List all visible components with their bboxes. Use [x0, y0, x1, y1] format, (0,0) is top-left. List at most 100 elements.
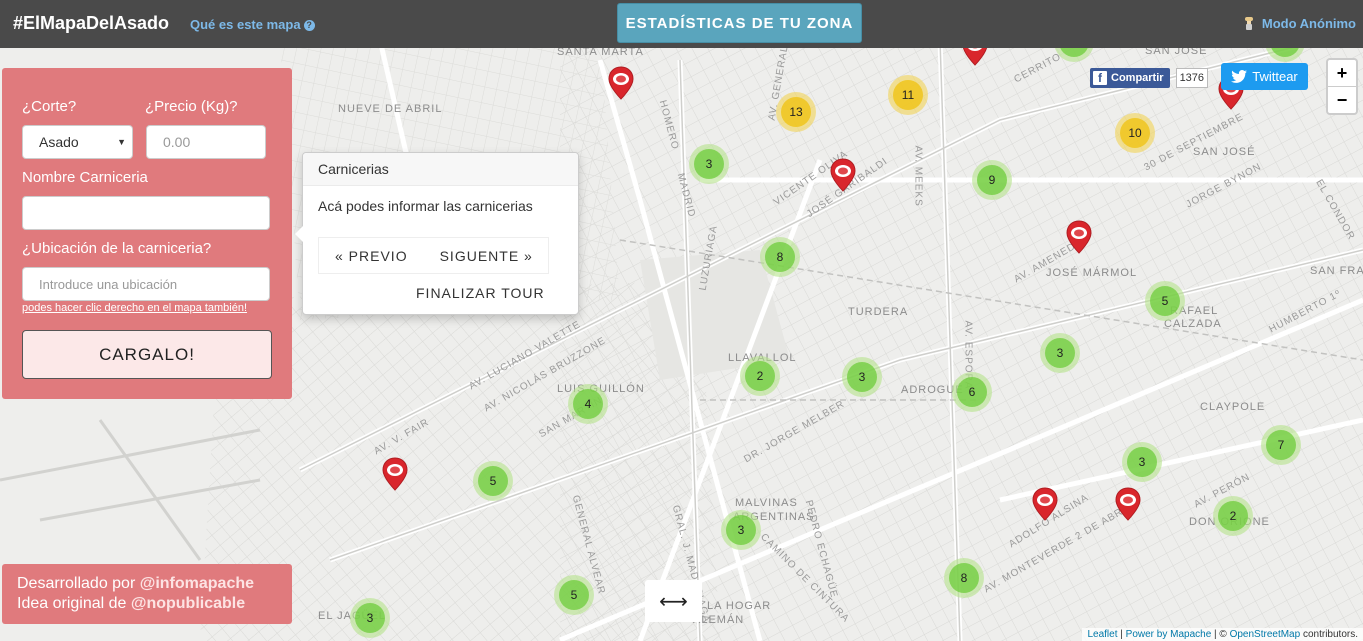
nombre-carniceria-label: Nombre Carniceria [22, 169, 148, 186]
map-attribution: Leaflet | Power by Mapache | © OpenStree… [1082, 628, 1363, 641]
cluster-marker[interactable]: 2 [740, 356, 780, 396]
cluster-marker[interactable]: 4 [568, 384, 608, 424]
cluster-marker[interactable]: 3 [689, 144, 729, 184]
street-label: AV. MEEKS [912, 145, 924, 207]
cluster-count: 7 [1266, 430, 1296, 460]
developer-credit-prefix: Desarrollado por [17, 575, 140, 592]
power-by-mapache-link[interactable]: Power by Mapache [1126, 629, 1212, 640]
cluster-marker[interactable]: 5 [473, 461, 513, 501]
place-label: CALZADA [1164, 318, 1222, 330]
cluster-count: 2 [1218, 501, 1248, 531]
meat-pin-icon[interactable] [1032, 487, 1058, 521]
facebook-share: f Compartir 1376 [1090, 68, 1209, 88]
cluster-marker[interactable]: 8 [760, 237, 800, 277]
cluster-count: 3 [1127, 447, 1157, 477]
developer-handle-link[interactable]: @infomapache [140, 575, 254, 592]
cluster-marker[interactable]: 3 [1040, 333, 1080, 373]
top-navbar: #ElMapaDelAsado Qué es este mapa? ESTADÍ… [0, 0, 1363, 48]
leaflet-link[interactable]: Leaflet [1087, 629, 1117, 640]
tour-next-button[interactable]: SIGUENTE » [440, 248, 533, 264]
cluster-count: 10 [1120, 118, 1150, 148]
cluster-count: 3 [355, 603, 385, 633]
anonymous-mode-link[interactable]: Modo Anónimo [1244, 16, 1356, 31]
zoom-in-button[interactable]: + [1328, 60, 1356, 87]
corte-select-value: Asado [39, 134, 79, 150]
nombre-carniceria-input[interactable] [22, 196, 270, 230]
tour-nav: « PREVIO SIGUENTE » [318, 237, 549, 274]
place-label: NUEVE DE ABRIL [338, 103, 443, 115]
anonymous-mode-label: Modo Anónimo [1261, 16, 1356, 31]
cluster-count: 5 [1150, 286, 1180, 316]
question-circle-icon: ? [303, 20, 315, 31]
cluster-count: 9 [977, 165, 1007, 195]
about-map-label: Qué es este mapa [190, 17, 301, 32]
cluster-count: 6 [957, 377, 987, 407]
about-map-link[interactable]: Qué es este mapa? [190, 17, 315, 32]
brand-title[interactable]: #ElMapaDelAsado [13, 13, 169, 34]
twitter-share-label: Twittear [1252, 69, 1298, 84]
place-label: JOSÉ MÁRMOL [1046, 267, 1138, 279]
cluster-marker[interactable]: 3 [842, 357, 882, 397]
twitter-share-button[interactable]: Twittear [1221, 63, 1308, 90]
idea-handle-link[interactable]: @nopublicable [131, 595, 245, 612]
cluster-count: 3 [694, 149, 724, 179]
facebook-share-count: 1376 [1175, 68, 1209, 88]
zone-stats-button[interactable]: ESTADÍSTICAS DE TU ZONA [617, 3, 862, 43]
cluster-marker[interactable]: 2 [1213, 496, 1253, 536]
caret-down-icon: ▼ [117, 137, 126, 147]
ubicacion-input[interactable]: Introduce una ubicación [22, 267, 270, 301]
idea-credit: Idea original de @nopublicable [17, 595, 245, 613]
attribution-separator: | [1117, 629, 1126, 640]
horizontal-resize-icon[interactable]: ⟷ [645, 580, 702, 622]
cluster-marker[interactable]: 5 [554, 575, 594, 615]
zoom-control: + − [1326, 58, 1358, 115]
place-label: SAN FRAN [1310, 265, 1363, 277]
meat-pin-icon[interactable] [608, 66, 634, 100]
openstreetmap-link[interactable]: OpenStreetMap [1230, 629, 1301, 640]
cluster-count: 3 [1045, 338, 1075, 368]
zoom-out-button[interactable]: − [1328, 87, 1356, 113]
cluster-marker[interactable]: 3 [1122, 442, 1162, 482]
tour-prev-button[interactable]: « PREVIO [335, 248, 408, 264]
meat-pin-icon[interactable] [1066, 220, 1092, 254]
precio-input[interactable]: 0.00 [146, 125, 266, 159]
idea-credit-prefix: Idea original de [17, 595, 131, 612]
submit-cargalo-button[interactable]: CARGALO! [22, 330, 272, 379]
tour-end-button[interactable]: FINALIZAR TOUR [416, 285, 545, 301]
cluster-count: 2 [745, 361, 775, 391]
cluster-marker[interactable]: 3 [721, 510, 761, 550]
cluster-count: 3 [726, 515, 756, 545]
meat-pin-icon[interactable] [830, 158, 856, 192]
cluster-marker[interactable]: 11 [888, 75, 928, 115]
cluster-count: 4 [573, 389, 603, 419]
corte-select[interactable]: Asado ▼ [22, 125, 133, 159]
precio-label: ¿Precio (Kg)? [145, 98, 238, 115]
popover-arrow [295, 226, 303, 242]
tour-title: Carnicerias [303, 153, 578, 186]
cluster-count: 3 [847, 362, 877, 392]
twitter-bird-icon [1231, 70, 1248, 83]
cluster-count: 8 [765, 242, 795, 272]
meat-pin-icon[interactable] [382, 457, 408, 491]
cluster-marker[interactable]: 6 [952, 372, 992, 412]
cluster-marker[interactable]: 8 [944, 558, 984, 598]
cluster-count: 5 [478, 466, 508, 496]
facebook-share-button[interactable]: f Compartir [1090, 68, 1170, 88]
cluster-count: 11 [893, 80, 923, 110]
tour-content: Acá podes informar las carnicerias [318, 198, 533, 214]
tour-popover: Carnicerias Acá podes informar las carni… [295, 152, 579, 315]
meat-pin-icon[interactable] [1115, 487, 1141, 521]
place-label: LA HOGAR [707, 600, 772, 612]
precio-placeholder: 0.00 [163, 134, 191, 150]
cluster-marker[interactable]: 7 [1261, 425, 1301, 465]
cluster-marker[interactable]: 3 [350, 598, 390, 638]
ubicacion-placeholder: Introduce una ubicación [39, 276, 178, 292]
cluster-marker[interactable]: 13 [776, 92, 816, 132]
cluster-marker[interactable]: 10 [1115, 113, 1155, 153]
chef-icon [1244, 17, 1253, 30]
place-label: SAN JOSÉ [1193, 146, 1256, 158]
cluster-marker[interactable]: 9 [972, 160, 1012, 200]
place-label: CLAYPOLE [1200, 401, 1266, 413]
cluster-count: 8 [949, 563, 979, 593]
cluster-marker[interactable]: 5 [1145, 281, 1185, 321]
